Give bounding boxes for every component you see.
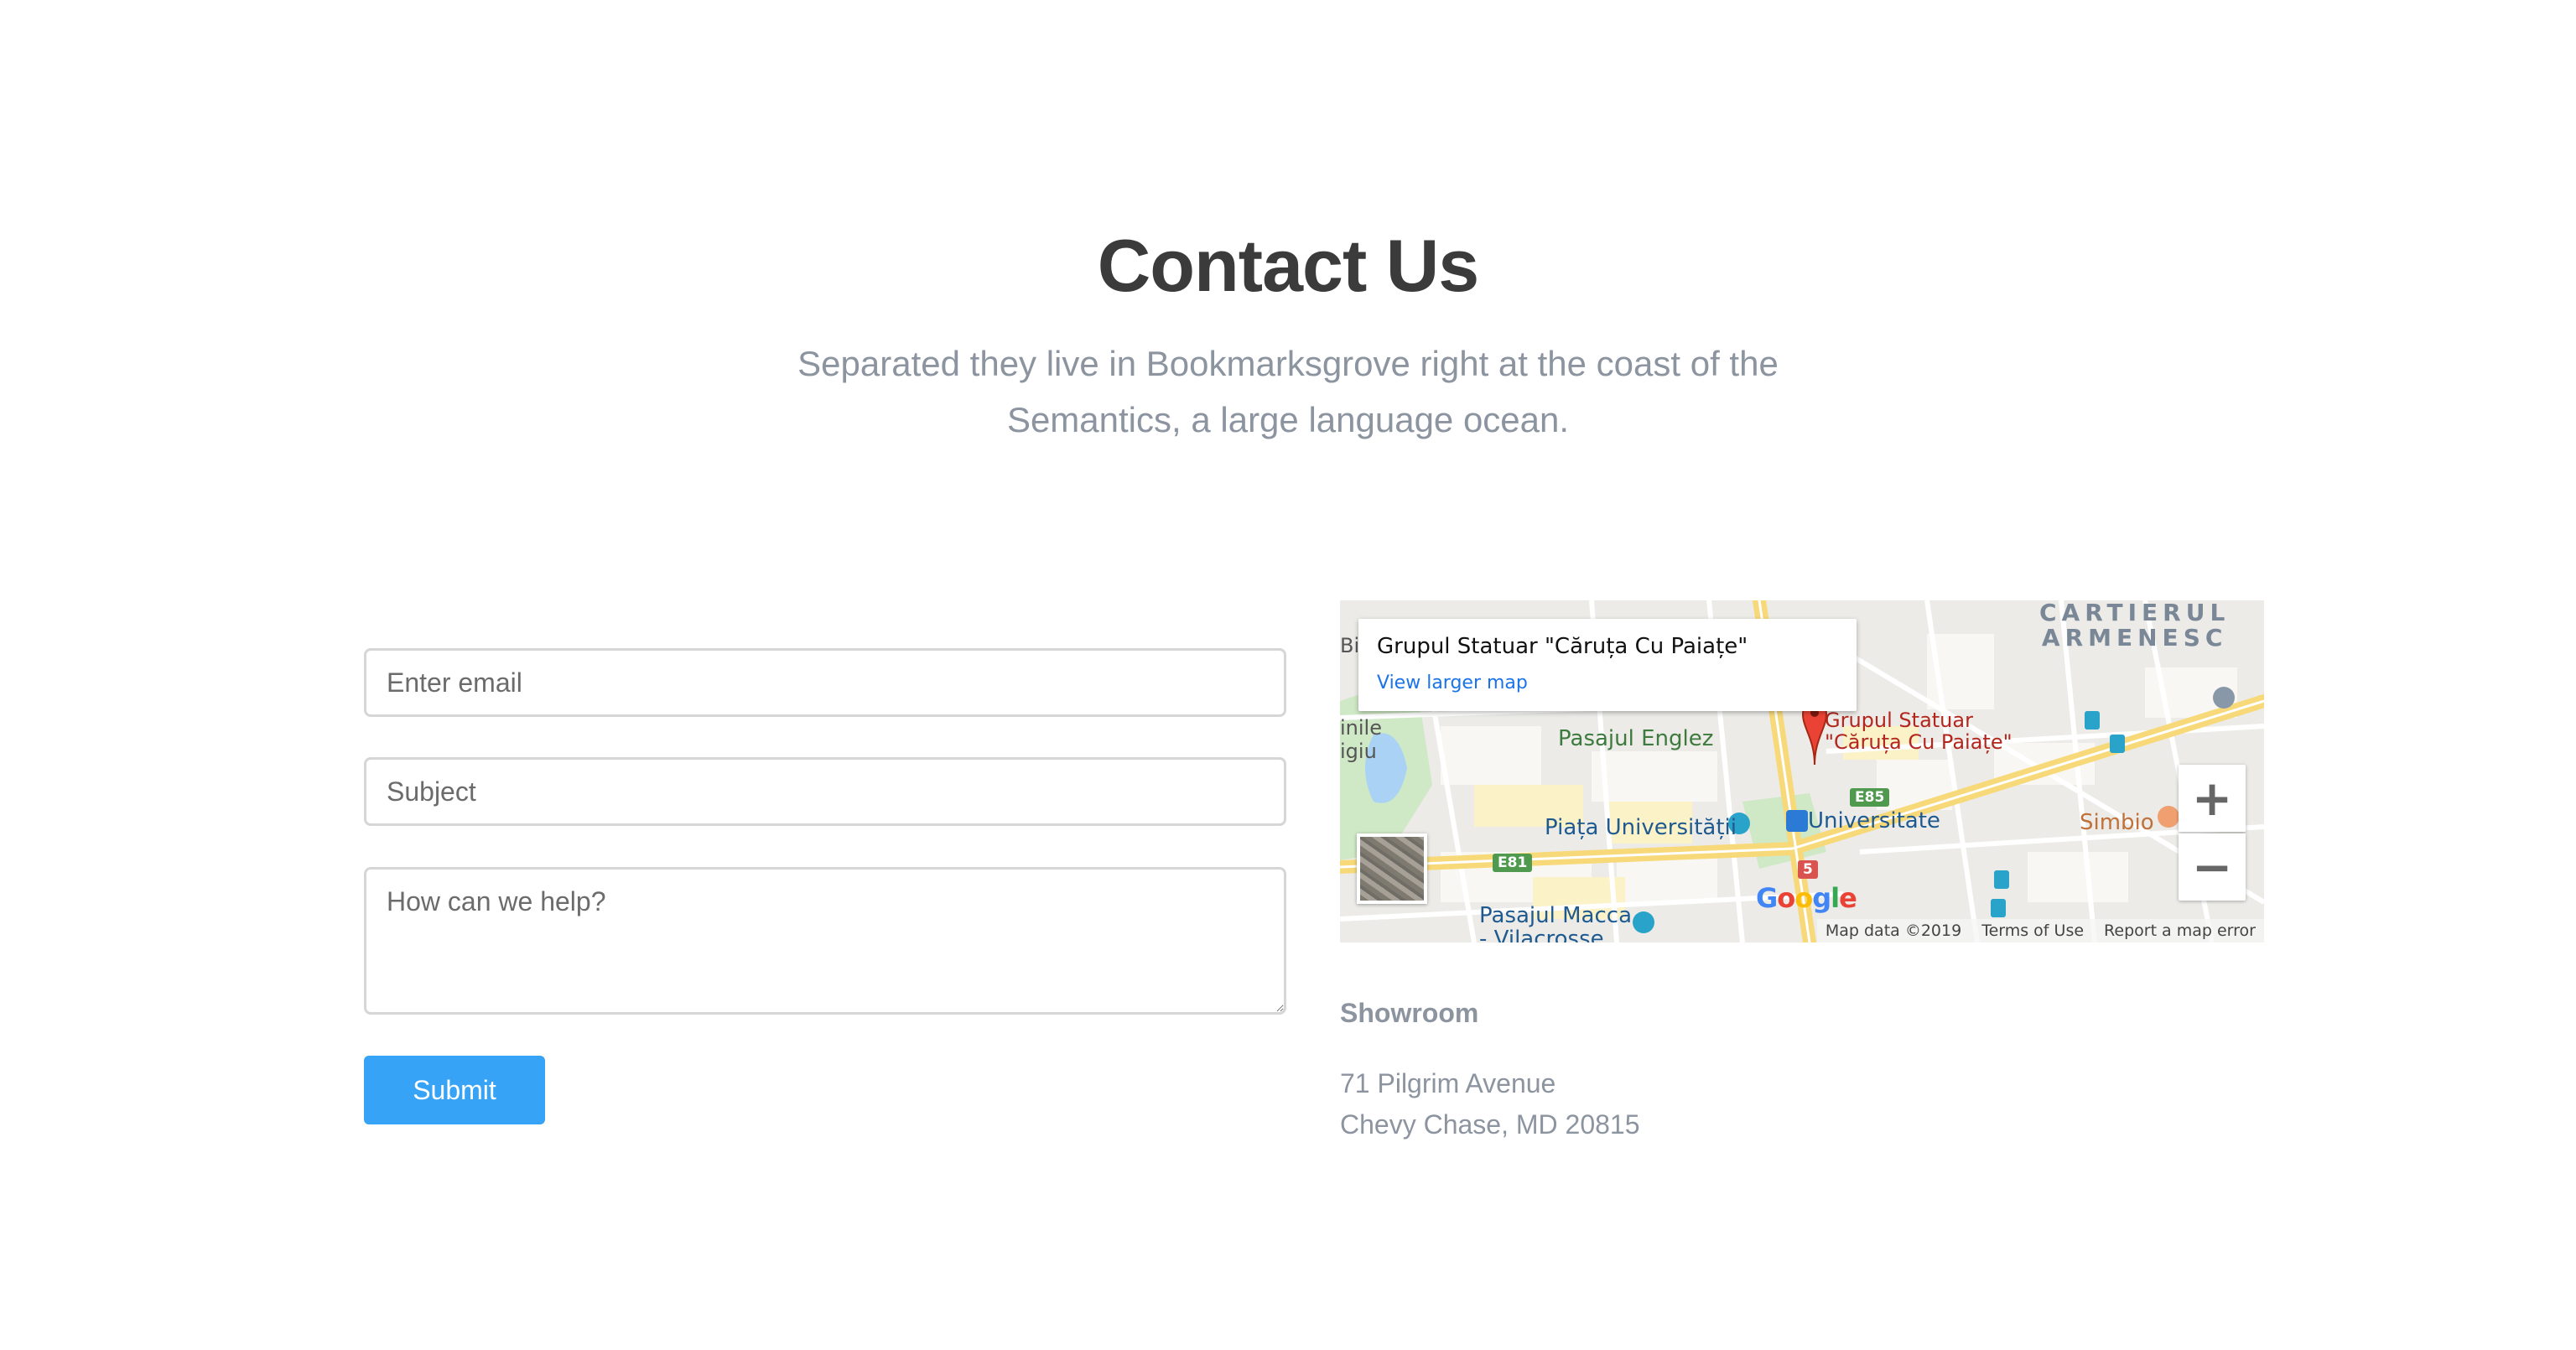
map-label-pasajul-englez: Pasajul Englez bbox=[1558, 726, 1714, 751]
map-label-simbio: Simbio bbox=[2080, 810, 2154, 835]
subject-input[interactable] bbox=[364, 757, 1286, 826]
marker-label: Grupul Statuar "Căruța Cu Paiațe" bbox=[1825, 709, 2012, 754]
google-logo: Google bbox=[1756, 882, 1857, 914]
page-title: Contact Us bbox=[1097, 224, 1480, 307]
district-label: CARTIERUL ARMENESC bbox=[2039, 600, 2231, 652]
minus-icon: − bbox=[2191, 839, 2233, 896]
map-data-attribution: Map data ©2019 bbox=[1825, 922, 1962, 940]
map-edge-label: inile igiu bbox=[1340, 716, 1382, 763]
zoom-in-button[interactable]: + bbox=[2179, 765, 2246, 832]
report-map-error-link[interactable]: Report a map error bbox=[2104, 922, 2256, 940]
page-subtitle: Separated they live in Bookmarksgrove ri… bbox=[797, 344, 1779, 439]
view-larger-map-link[interactable]: View larger map bbox=[1377, 672, 1528, 693]
map-label-universitate: Universitate bbox=[1808, 808, 1940, 833]
address-line-2: Chevy Chase, MD 20815 bbox=[1340, 1109, 1640, 1140]
map-label-piata-universitatii: Piața Universității bbox=[1545, 815, 1737, 840]
satellite-view-toggle[interactable] bbox=[1357, 833, 1427, 904]
zoom-out-button[interactable]: − bbox=[2179, 833, 2246, 901]
plus-icon: + bbox=[2191, 770, 2233, 827]
message-textarea[interactable] bbox=[364, 867, 1286, 1015]
map-label-pasajul-macca: Pasajul Macca - Vilacrosse bbox=[1479, 903, 1632, 942]
road-shield-e81: E81 bbox=[1493, 854, 1533, 872]
road-shield-5: 5 bbox=[1798, 860, 1818, 879]
email-input[interactable] bbox=[364, 648, 1286, 717]
map-info-card: Grupul Statuar "Căruța Cu Paiațe" View l… bbox=[1358, 619, 1857, 711]
submit-button[interactable]: Submit bbox=[364, 1056, 545, 1124]
terms-of-use-link[interactable]: Terms of Use bbox=[1981, 922, 2084, 940]
map-edge-label: Bi bbox=[1340, 634, 1360, 657]
map-attribution-bar: Map data ©2019 Terms of Use Report a map… bbox=[1816, 919, 2264, 942]
showroom-address: 71 Pilgrim Avenue Chevy Chase, MD 20815 bbox=[1340, 1063, 1640, 1145]
showroom-title: Showroom bbox=[1340, 998, 1479, 1028]
map-embed[interactable]: CARTIERUL ARMENESC Bi inile igiu Pasajul… bbox=[1340, 600, 2264, 942]
address-line-1: 71 Pilgrim Avenue bbox=[1340, 1068, 1556, 1098]
road-shield-e85: E85 bbox=[1850, 788, 1890, 807]
place-name: Grupul Statuar "Căruța Cu Paiațe" bbox=[1377, 634, 1748, 659]
